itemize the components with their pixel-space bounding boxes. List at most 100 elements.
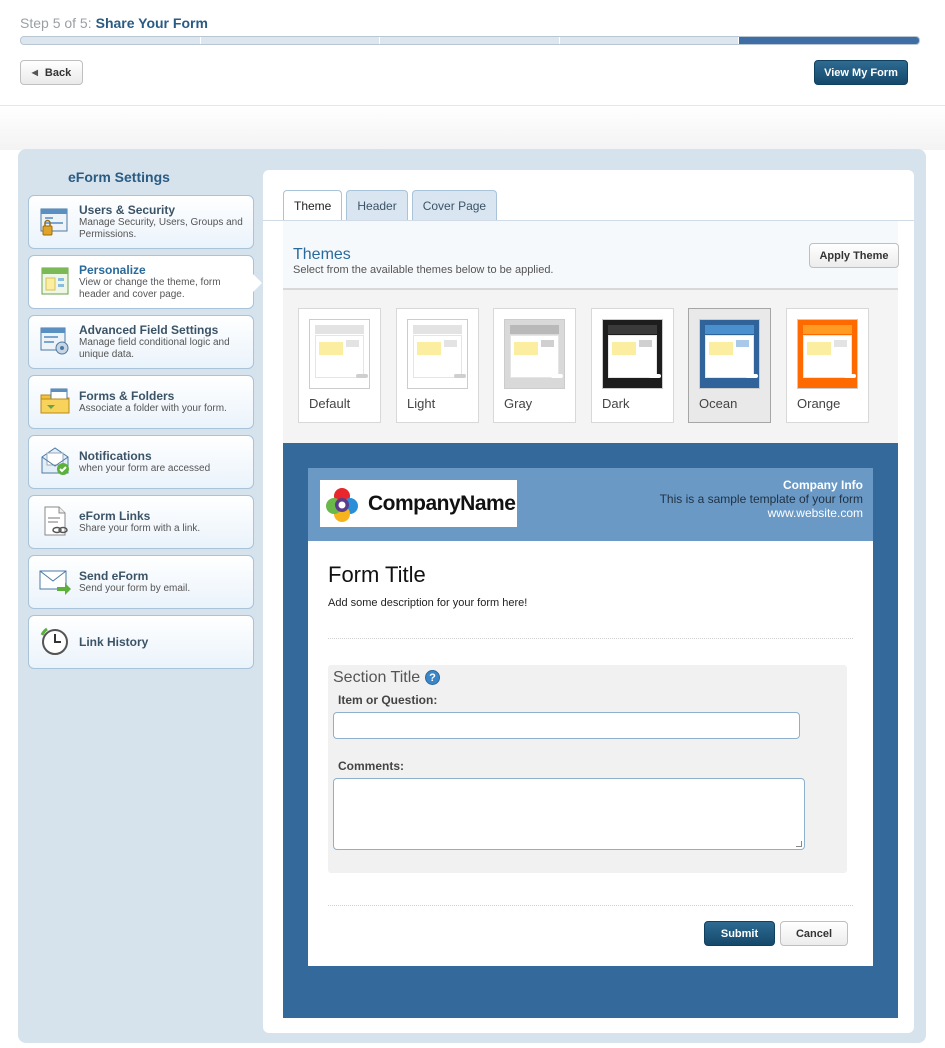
theme-thumb-button: [454, 374, 466, 378]
sidebar-item-title: Advanced Field Settings: [79, 323, 219, 337]
theme-thumb-accent: [346, 340, 359, 347]
progress-fill: [739, 37, 919, 44]
theme-thumbnail: [699, 319, 760, 389]
sidebar-item-link-history[interactable]: Link History: [28, 615, 254, 669]
theme-name: Default: [309, 396, 351, 411]
theme-option-dark[interactable]: Dark: [591, 308, 674, 423]
theme-thumb-header: [705, 325, 754, 334]
progress-bar: [20, 36, 920, 45]
form-description: Add some description for your form here!: [328, 597, 528, 609]
theme-thumb-accent: [541, 340, 554, 347]
users-security-icon: [40, 208, 68, 236]
sidebar-item-desc: when your form are accessed: [79, 463, 211, 474]
company-name: CompanyName: [368, 491, 516, 515]
sidebar-item-users-security[interactable]: Users & Security Manage Security, Users, …: [28, 195, 254, 249]
sidebar-title: eForm Settings: [68, 169, 170, 185]
divider: [328, 638, 853, 639]
theme-option-orange[interactable]: Orange: [786, 308, 869, 423]
apply-theme-button[interactable]: Apply Theme: [809, 243, 899, 268]
comments-textarea[interactable]: [333, 778, 805, 850]
theme-thumb-button: [746, 374, 758, 378]
back-label: Back: [44, 66, 72, 79]
theme-thumb-accent: [639, 340, 652, 347]
sidebar-item-forms-folders[interactable]: Forms & Folders Associate a folder with y…: [28, 375, 254, 429]
theme-thumbnail: [407, 319, 468, 389]
sidebar-item-desc: View or change the theme, form header an…: [79, 277, 221, 300]
clock-icon: [40, 627, 68, 655]
theme-thumb-button: [649, 374, 661, 378]
sidebar-item-eform-links[interactable]: eForm Links Share your form with a link.: [28, 495, 254, 549]
step-title: Share Your Form: [95, 15, 208, 31]
help-icon[interactable]: ?: [425, 670, 440, 685]
theme-thumb-accent: [736, 340, 749, 347]
step-prefix: Step 5 of 5:: [20, 15, 92, 31]
theme-thumb-block: [514, 342, 538, 355]
theme-thumb-header: [510, 325, 559, 334]
theme-thumb-accent: [444, 340, 457, 347]
theme-thumbnail: [504, 319, 565, 389]
divider: [328, 905, 853, 906]
theme-name: Dark: [602, 396, 630, 411]
sidebar-item-desc: Send your form by email.: [79, 583, 191, 594]
resize-grip-icon[interactable]: [796, 841, 802, 847]
sidebar-item-title: Users & Security: [79, 203, 176, 217]
company-logo-mark-icon: [326, 487, 358, 522]
personalize-icon: [41, 267, 69, 295]
theme-option-light[interactable]: Light: [396, 308, 479, 423]
sidebar-item-title: Link History: [79, 635, 149, 649]
sidebar-item-advanced-field-settings[interactable]: Advanced Field Settings Manage field cond…: [28, 315, 254, 369]
wizard-header: Step 5 of 5: Share Your Form ◀ Back View M…: [0, 0, 945, 106]
company-info: Company Info This is a sample template o…: [660, 478, 863, 520]
question-input[interactable]: [333, 712, 800, 739]
sidebar-item-desc: Manage field conditional logic and uniqu…: [79, 337, 230, 360]
sidebar-item-title: Forms & Folders: [79, 389, 175, 403]
theme-option-default[interactable]: Default: [298, 308, 381, 423]
tab-header[interactable]: Header: [346, 190, 408, 221]
theme-name: Light: [407, 396, 436, 411]
theme-thumb-header: [315, 325, 364, 334]
sidebar-item-notifications[interactable]: Notifications when your form are accessed: [28, 435, 254, 489]
tab-theme[interactable]: Theme: [283, 190, 343, 221]
theme-thumb-header: [803, 325, 852, 334]
section-title: Section Title: [333, 669, 421, 686]
theme-name: Orange: [797, 396, 841, 411]
themes-subtitle: Select from the available themes below t…: [293, 264, 554, 276]
tab-cover-page[interactable]: Cover Page: [411, 190, 498, 221]
theme-thumbnail: [602, 319, 663, 389]
sidebar-item-send-eform[interactable]: Send eForm Send your form by email.: [28, 555, 254, 609]
theme-thumb-button: [551, 374, 563, 378]
link-icon: [44, 506, 68, 536]
step-indicator: Step 5 of 5: Share Your Form: [20, 15, 208, 31]
form-title: Form Title: [328, 562, 426, 587]
theme-thumb-accent: [834, 340, 847, 347]
header-divider-band: [0, 106, 945, 150]
sidebar-item-title: Personalize: [79, 263, 146, 277]
question-label: Item or Question:: [338, 693, 438, 707]
sidebar-item-title: eForm Links: [79, 509, 151, 523]
back-button[interactable]: ◀ Back: [20, 60, 83, 85]
theme-thumb-header: [608, 325, 657, 334]
submit-button[interactable]: Submit: [704, 921, 775, 946]
company-logo: CompanyName: [320, 480, 517, 527]
sidebar-item-personalize[interactable]: Personalize View or change the theme, for…: [28, 255, 262, 309]
theme-option-gray[interactable]: Gray: [493, 308, 576, 423]
theme-thumbnail: [309, 319, 370, 389]
company-website: www.website.com: [767, 506, 863, 520]
themes-header-area: [283, 221, 898, 288]
theme-thumb-block: [807, 342, 831, 355]
theme-thumb-block: [417, 342, 441, 355]
theme-option-ocean[interactable]: Ocean: [688, 308, 771, 423]
theme-thumb-button: [356, 374, 368, 378]
view-my-form-button[interactable]: View My Form: [814, 60, 908, 85]
advanced-settings-icon: [40, 327, 69, 355]
themes-heading: Themes: [293, 246, 351, 263]
cancel-button[interactable]: Cancel: [780, 921, 848, 946]
company-info-title: Company Info: [783, 478, 863, 492]
theme-thumb-block: [709, 342, 733, 355]
theme-thumb-button: [844, 374, 856, 378]
progress-segment: [21, 37, 740, 44]
company-info-text: This is a sample template of your form: [659, 492, 863, 506]
sidebar-item-desc: Share your form with a link.: [79, 523, 201, 534]
sidebar-item-title: Send eForm: [79, 569, 149, 583]
chevron-left-icon: ◀: [31, 68, 38, 77]
